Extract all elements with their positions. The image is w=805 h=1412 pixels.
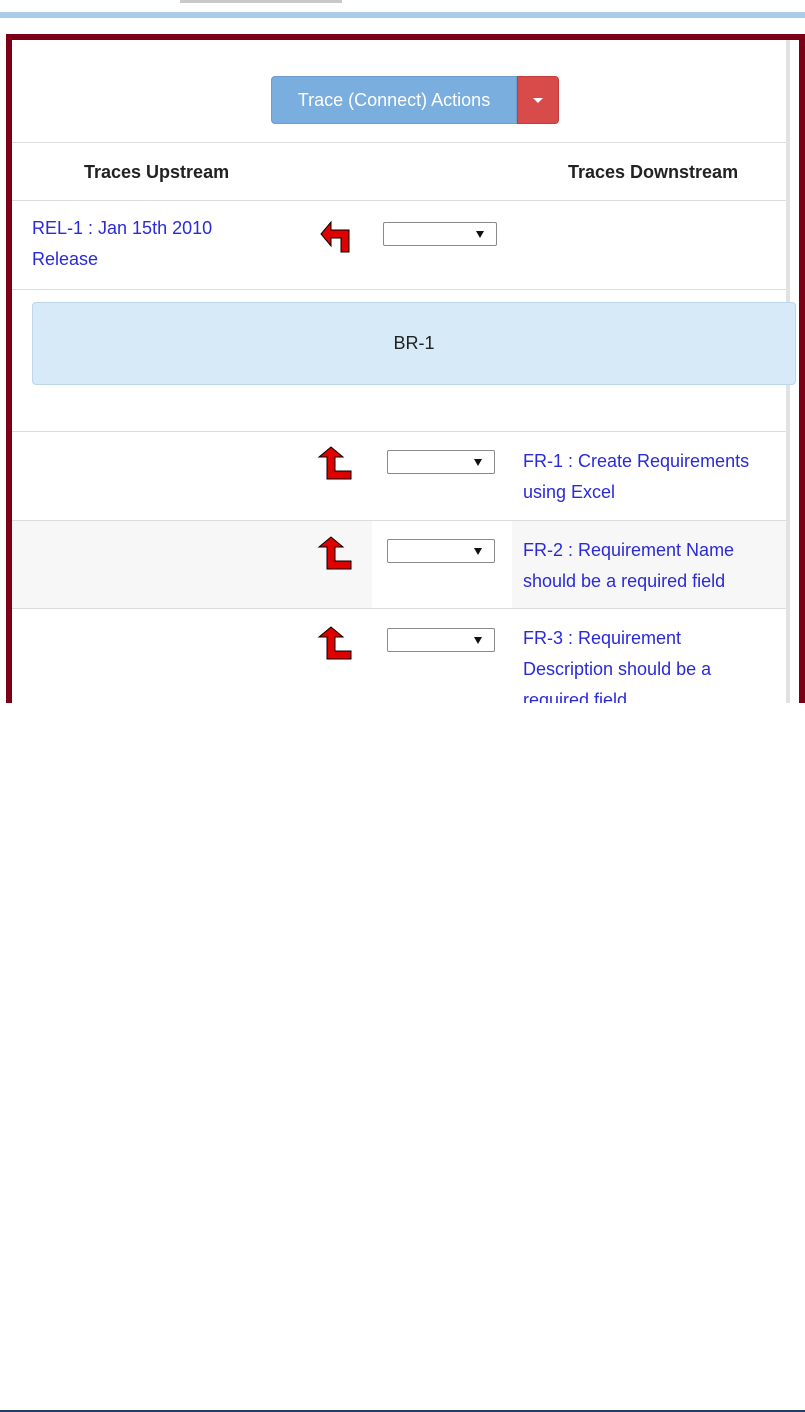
downstream-item-line2: should be a required field: [523, 571, 726, 591]
downstream-item-line1: FR-3 : Requirement: [523, 628, 682, 648]
column-header-downstream: Traces Downstream: [568, 162, 739, 182]
dropdown-arrow-icon: [474, 459, 482, 466]
downstream-item-line1: FR-2 : Requirement Name: [523, 540, 735, 560]
downstream-item-link[interactable]: FR-2 : Requirement Name should be a requ…: [523, 535, 734, 597]
dropdown-arrow-icon: [474, 637, 482, 644]
turn-up-right-arrow-icon[interactable]: [317, 535, 353, 571]
turn-up-right-arrow-icon[interactable]: [317, 445, 353, 481]
downstream-trace-select[interactable]: [387, 628, 495, 652]
turn-up-right-arrow-icon[interactable]: [317, 625, 353, 661]
trace-panel: Trace (Connect) Actions Traces Upstream …: [6, 34, 805, 709]
current-item-box: BR-1: [32, 302, 796, 385]
upstream-trace-select[interactable]: [383, 222, 497, 246]
column-header-upstream: Traces Upstream: [84, 162, 230, 182]
select-cell: [372, 521, 512, 608]
top-accent-line: [0, 12, 805, 18]
downstream-item-link[interactable]: FR-3 : Requirement Description should be…: [523, 623, 712, 703]
downstream-item-line2: using Excel: [523, 482, 616, 502]
turn-up-left-arrow-icon[interactable]: [319, 218, 355, 254]
upstream-item-line1: REL-1 : Jan 15th 2010: [32, 218, 213, 238]
caret-down-icon: [533, 97, 543, 103]
downstream-item-line1: FR-1 : Create Requirements: [523, 451, 750, 471]
downstream-item-line2: Description should be a: [523, 659, 712, 679]
trace-actions-button[interactable]: Trace (Connect) Actions: [271, 76, 517, 124]
downstream-trace-select[interactable]: [387, 450, 495, 474]
divider: [12, 142, 786, 143]
divider: [12, 608, 786, 609]
trace-actions-dropdown-toggle[interactable]: [517, 76, 559, 124]
divider: [12, 289, 786, 290]
top-tab-edge: [180, 0, 342, 3]
dropdown-arrow-icon: [476, 231, 484, 238]
trace-actions-split-button[interactable]: Trace (Connect) Actions: [271, 76, 559, 124]
top-strip: [0, 0, 805, 20]
upstream-item-link[interactable]: REL-1 : Jan 15th 2010 Release: [32, 213, 212, 275]
divider: [12, 431, 786, 432]
downstream-trace-select[interactable]: [387, 539, 495, 563]
bottom-strip: [0, 703, 805, 1412]
current-item-label: BR-1: [393, 333, 435, 353]
downstream-item-link[interactable]: FR-1 : Create Requirements using Excel: [523, 446, 749, 508]
dropdown-arrow-icon: [474, 548, 482, 555]
upstream-item-line2: Release: [32, 249, 99, 269]
divider: [12, 200, 786, 201]
